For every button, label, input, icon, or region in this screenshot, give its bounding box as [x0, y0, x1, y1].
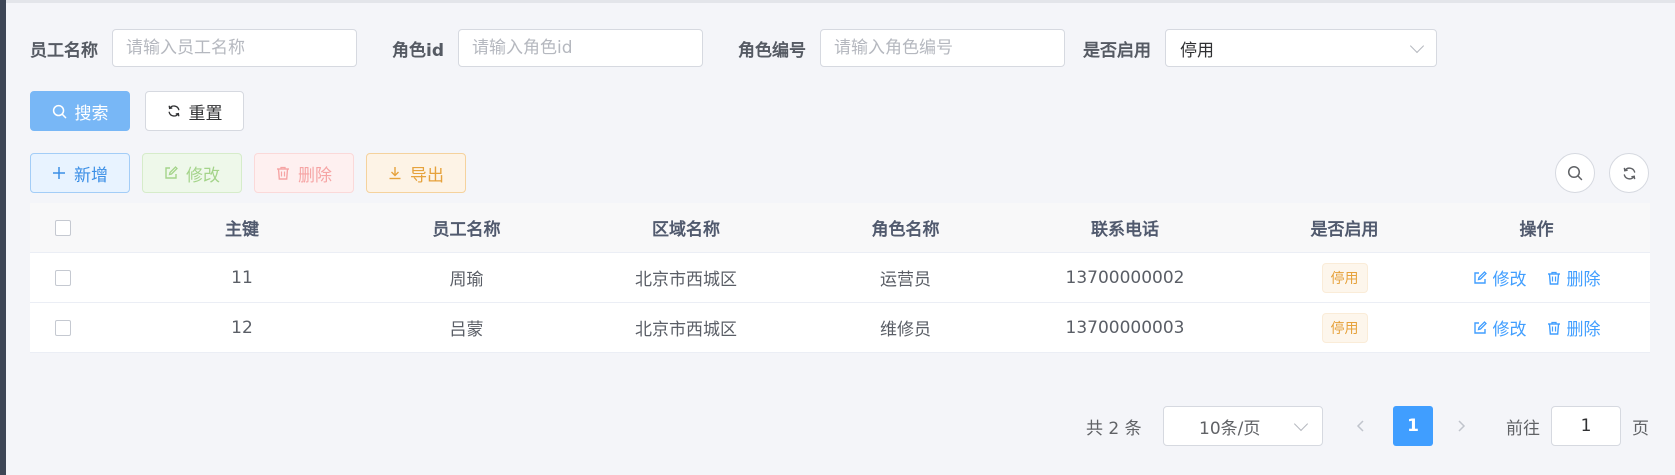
employee-name-filter: 员工名称 — [30, 28, 357, 68]
trash-icon — [1547, 271, 1561, 285]
employee-name-input[interactable] — [112, 29, 357, 67]
row-delete-link[interactable]: 删除 — [1547, 315, 1601, 340]
employee-table: 主键 员工名称 区域名称 角色名称 联系电话 是否启用 操作 11 周瑜 北京市… — [30, 203, 1650, 353]
role-id-input[interactable] — [458, 29, 703, 67]
cell-role-name: 维修员 — [880, 320, 931, 340]
page-size-select[interactable]: 10条/页 — [1163, 406, 1323, 446]
chevron-down-icon — [1293, 416, 1309, 431]
chevron-right-icon — [1456, 420, 1466, 432]
page-size-value: 10条/页 — [1199, 418, 1261, 439]
row-delete-label: 删除 — [1566, 320, 1601, 340]
header-shadow — [6, 0, 1675, 3]
trash-icon — [276, 166, 290, 180]
row-delete-link[interactable]: 删除 — [1547, 265, 1601, 290]
refresh-icon — [1622, 166, 1637, 181]
row-edit-label: 修改 — [1492, 320, 1527, 340]
status-badge: 停用 — [1321, 262, 1368, 293]
enabled-select-value: 停用 — [1180, 40, 1214, 61]
enabled-label: 是否启用 — [1083, 40, 1151, 61]
plus-icon — [52, 166, 66, 180]
column-header: 主键 — [225, 220, 259, 240]
trash-icon — [1547, 321, 1561, 335]
sidebar-edge — [0, 0, 6, 475]
reset-button[interactable]: 重置 — [145, 91, 244, 131]
role-id-label: 角色id — [392, 40, 444, 61]
edit-icon — [1473, 270, 1487, 285]
page-number-current[interactable]: 1 — [1393, 406, 1433, 446]
select-all-cell — [30, 219, 96, 236]
reset-button-label: 重置 — [188, 103, 223, 124]
row-checkbox[interactable] — [55, 269, 71, 286]
pagination-total: 共 2 条 — [1086, 418, 1142, 439]
search-icon — [52, 104, 67, 119]
cell-area-name: 北京市西城区 — [635, 270, 737, 290]
refresh-table-button[interactable] — [1609, 153, 1649, 193]
row-edit-link[interactable]: 修改 — [1473, 265, 1527, 290]
select-all-checkbox[interactable] — [55, 219, 71, 236]
column-header: 区域名称 — [652, 220, 720, 240]
table-header-row: 主键 员工名称 区域名称 角色名称 联系电话 是否启用 操作 — [30, 203, 1650, 253]
role-code-filter: 角色编号 — [738, 28, 1065, 68]
page-suffix-label: 页 — [1632, 418, 1649, 439]
cell-enabled: 停用 — [1266, 312, 1423, 343]
column-header: 是否启用 — [1310, 220, 1379, 240]
next-page-button[interactable] — [1444, 406, 1478, 446]
prev-page-button[interactable] — [1344, 406, 1378, 446]
download-icon — [388, 166, 402, 180]
table-row: 11 周瑜 北京市西城区 运营员 13700000002 停用 修改 删除 — [30, 253, 1650, 303]
goto-page-input[interactable] — [1551, 406, 1621, 446]
row-edit-label: 修改 — [1492, 270, 1527, 290]
toggle-search-button[interactable] — [1555, 153, 1595, 193]
row-delete-label: 删除 — [1566, 270, 1601, 290]
row-select-cell — [30, 319, 96, 336]
cell-employee-name: 吕蒙 — [449, 320, 484, 340]
cell-id: 12 — [231, 317, 253, 338]
add-button-label: 新增 — [74, 165, 108, 186]
row-select-cell — [30, 269, 96, 286]
role-id-filter: 角色id — [392, 28, 703, 68]
cell-phone: 13700000003 — [1065, 317, 1185, 338]
employee-name-label: 员工名称 — [30, 40, 98, 61]
search-icon — [1567, 165, 1583, 181]
export-button[interactable]: 导出 — [366, 153, 466, 193]
chevron-left-icon — [1356, 420, 1366, 432]
cell-area-name: 北京市西城区 — [635, 320, 737, 340]
goto-label: 前往 — [1506, 418, 1540, 439]
cell-enabled: 停用 — [1266, 262, 1423, 293]
edit-icon — [164, 166, 178, 180]
role-code-input[interactable] — [820, 29, 1065, 67]
export-button-label: 导出 — [410, 165, 444, 186]
cell-phone: 13700000002 — [1065, 267, 1185, 288]
search-button-label: 搜索 — [74, 103, 109, 124]
column-header: 联系电话 — [1091, 220, 1159, 240]
cell-role-name: 运营员 — [880, 270, 931, 290]
row-edit-link[interactable]: 修改 — [1473, 315, 1527, 340]
refresh-icon — [167, 104, 181, 118]
add-button[interactable]: 新增 — [30, 153, 130, 193]
delete-button-label: 删除 — [298, 165, 332, 186]
edit-button-label: 修改 — [186, 165, 220, 186]
status-badge: 停用 — [1321, 312, 1368, 343]
table-row: 12 吕蒙 北京市西城区 维修员 13700000003 停用 修改 删除 — [30, 303, 1650, 353]
edit-button[interactable]: 修改 — [142, 153, 242, 193]
enabled-select[interactable]: 停用 — [1165, 29, 1437, 67]
column-header: 操作 — [1519, 220, 1554, 240]
chevron-down-icon — [1409, 38, 1425, 53]
cell-actions: 修改 删除 — [1423, 265, 1650, 290]
delete-button[interactable]: 删除 — [254, 153, 354, 193]
edit-icon — [1473, 320, 1487, 335]
column-header: 角色名称 — [871, 220, 940, 240]
role-code-label: 角色编号 — [738, 40, 806, 61]
search-button[interactable]: 搜索 — [30, 91, 130, 131]
enabled-filter: 是否启用 停用 — [1083, 28, 1437, 68]
cell-actions: 修改 删除 — [1423, 315, 1650, 340]
cell-id: 11 — [231, 267, 253, 288]
column-header: 员工名称 — [432, 220, 501, 240]
row-checkbox[interactable] — [55, 319, 71, 336]
cell-employee-name: 周瑜 — [449, 270, 484, 290]
